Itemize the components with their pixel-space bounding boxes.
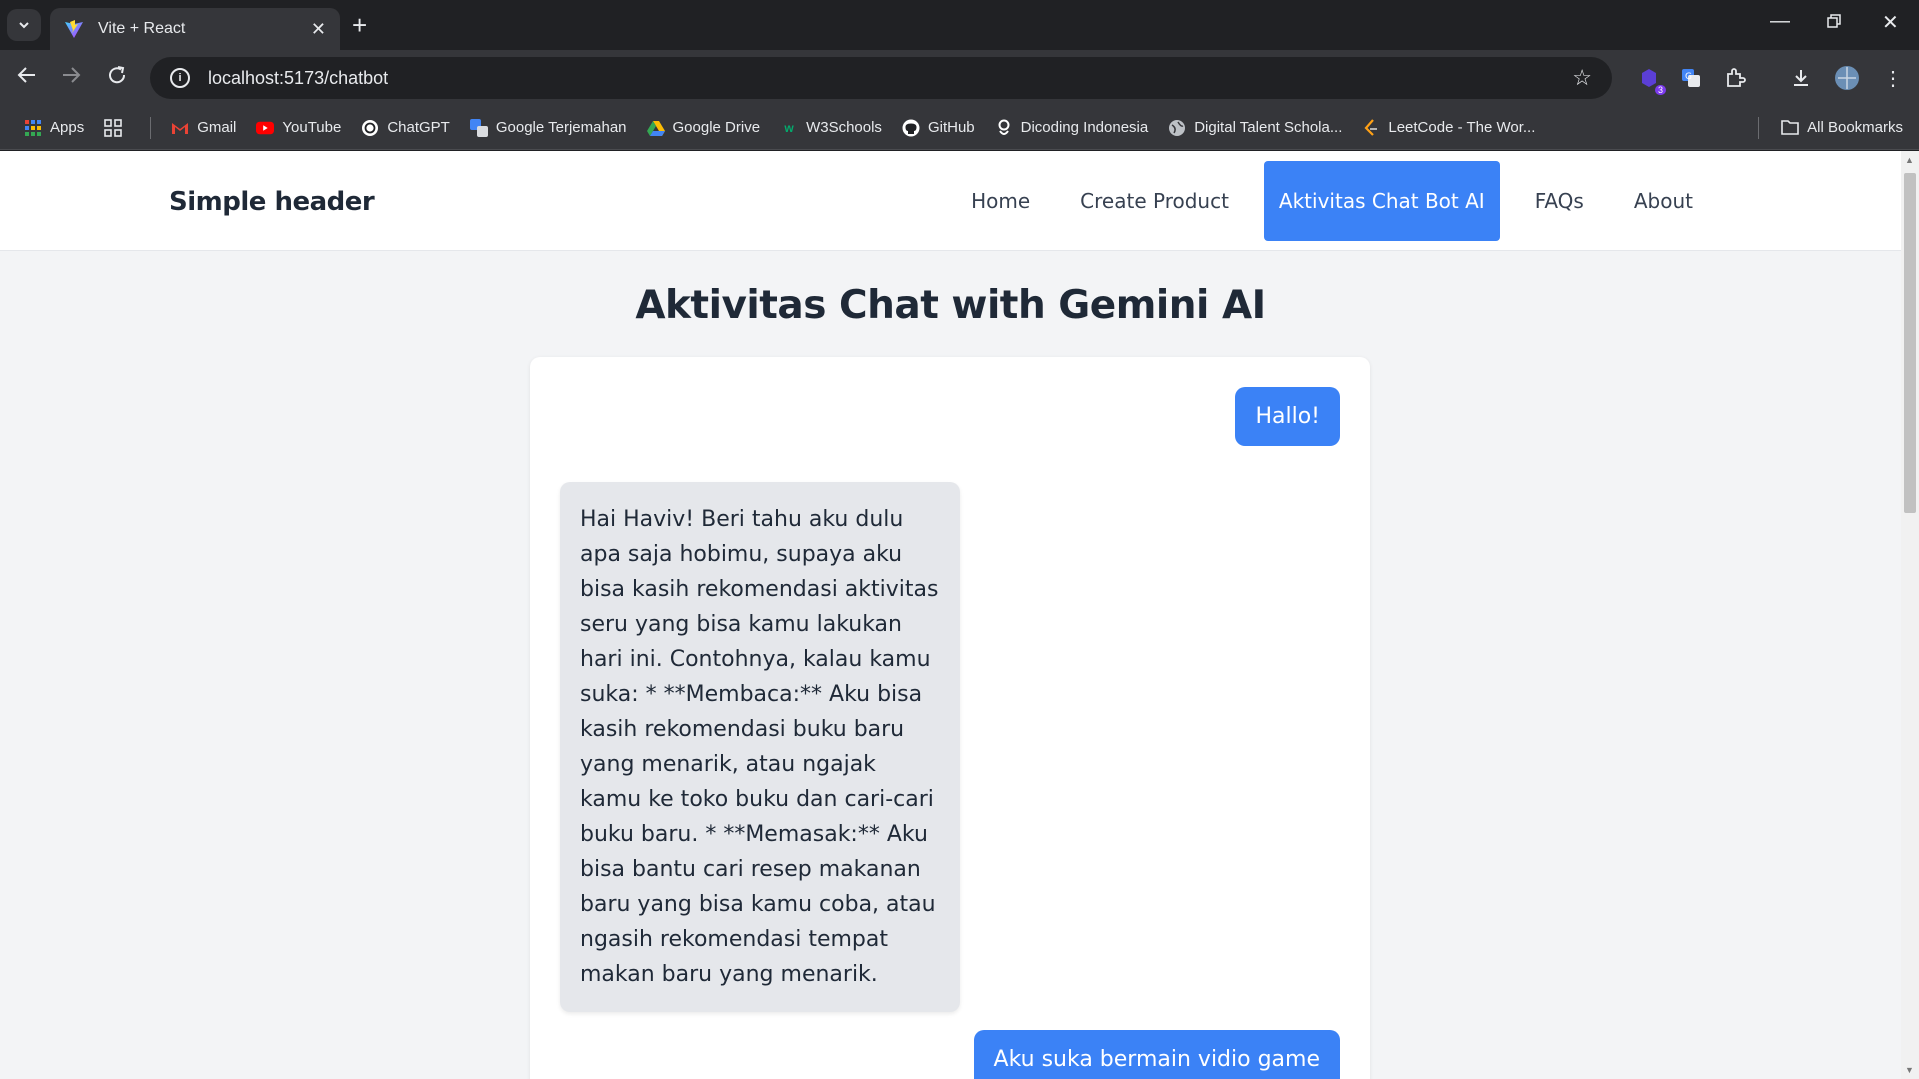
extension-badge: 3	[1654, 85, 1666, 95]
menu-kebab-icon[interactable]: ⋮	[1878, 63, 1908, 93]
github-icon	[902, 119, 920, 137]
w3schools-icon: w	[784, 120, 794, 135]
folder-icon	[1781, 118, 1799, 136]
nav-about[interactable]: About	[1609, 161, 1718, 241]
chevron-down-icon	[19, 22, 29, 29]
bookmark-label: W3Schools	[806, 119, 882, 136]
nav-home[interactable]: Home	[946, 161, 1055, 241]
google-translate-icon	[469, 118, 488, 137]
bookmark-divider	[150, 116, 152, 139]
nav-create-product[interactable]: Create Product	[1055, 161, 1254, 241]
chatgpt-icon	[361, 119, 379, 137]
bookmark-github[interactable]: GitHub	[902, 119, 975, 137]
scroll-down-arrow-icon[interactable]: ▼	[1905, 1065, 1914, 1075]
nav-faqs[interactable]: FAQs	[1510, 161, 1609, 241]
bookmark-label: Gmail	[197, 119, 237, 136]
svg-text:G: G	[1685, 72, 1692, 82]
page-scrollbar[interactable]: ▲ ▼	[1901, 151, 1919, 1079]
google-drive-icon	[646, 119, 665, 137]
bookmark-star-icon[interactable]: ☆	[1572, 65, 1592, 91]
bookmark-label: Digital Talent Schola...	[1194, 119, 1343, 136]
profile-avatar[interactable]	[1832, 63, 1862, 93]
extensions-puzzle-icon[interactable]	[1720, 63, 1750, 93]
chat-message-user: Hallo!	[1235, 387, 1340, 446]
bookmark-google-translate[interactable]: Google Terjemahan	[469, 118, 627, 137]
page-viewport[interactable]: Simple header Home Create Product Aktivi…	[0, 151, 1919, 1079]
bookmark-chatgpt[interactable]: ChatGPT	[361, 119, 450, 137]
tab-strip: Vite + React ✕ + — ✕	[0, 0, 1919, 50]
restore-icon[interactable]	[1826, 12, 1842, 35]
scrollbar-thumb[interactable]	[1904, 173, 1916, 513]
close-tab-icon[interactable]: ✕	[311, 19, 326, 40]
browser-toolbar: i localhost:5173/chatbot ☆ 3 G ⋮	[0, 50, 1919, 106]
bookmark-label: Google Drive	[672, 119, 761, 136]
scroll-up-arrow-icon[interactable]: ▲	[1905, 155, 1914, 165]
tab-groups-button[interactable]	[104, 118, 130, 137]
extension-icon[interactable]: 3	[1634, 63, 1666, 95]
site-brand[interactable]: Simple header	[169, 187, 375, 217]
youtube-icon	[256, 119, 275, 137]
translate-extension-icon[interactable]: G	[1676, 63, 1706, 93]
apps-grid-icon	[24, 119, 42, 137]
active-tab[interactable]: Vite + React ✕	[50, 8, 340, 50]
bookmark-label: YouTube	[282, 119, 342, 136]
chat-message-user: Aku suka bermain vidio game	[973, 1030, 1340, 1079]
bookmark-label: Dicoding Indonesia	[1020, 119, 1149, 136]
bookmark-label: Apps	[50, 119, 85, 136]
bookmark-label: Google Terjemahan	[495, 119, 627, 136]
back-arrow-icon[interactable]	[16, 64, 38, 92]
site-header: Simple header Home Create Product Aktivi…	[0, 151, 1901, 251]
bookmark-dicoding[interactable]: Dicoding Indonesia	[995, 119, 1149, 137]
forward-arrow-icon[interactable]	[60, 64, 82, 92]
all-bookmarks-button[interactable]: All Bookmarks	[1781, 118, 1903, 136]
close-window-icon[interactable]: ✕	[1882, 10, 1899, 35]
reload-icon[interactable]	[106, 64, 128, 92]
globe-icon	[1168, 119, 1186, 137]
main-nav: Home Create Product Aktivitas Chat Bot A…	[946, 161, 1718, 241]
nav-chat-bot[interactable]: Aktivitas Chat Bot AI	[1263, 161, 1500, 241]
gmail-icon	[171, 119, 189, 137]
bookmark-w3schools[interactable]: w W3Schools	[780, 119, 882, 137]
leetcode-icon	[1362, 118, 1380, 137]
page-title: Aktivitas Chat with Gemini AI	[635, 283, 1266, 328]
bookmark-label: LeetCode - The Wor...	[1388, 119, 1536, 136]
address-bar[interactable]: i localhost:5173/chatbot ☆	[150, 57, 1612, 99]
url-text[interactable]: localhost:5173/chatbot	[208, 68, 1572, 89]
minimize-icon[interactable]: —	[1770, 10, 1790, 33]
chat-panel: Hallo! Hai Haviv! Beri tahu aku dulu apa…	[530, 357, 1370, 1079]
bookmark-apps[interactable]: Apps	[24, 119, 84, 137]
bookmark-label: ChatGPT	[387, 119, 450, 136]
tab-title: Vite + React	[98, 20, 186, 37]
bookmark-leetcode[interactable]: LeetCode - The Wor...	[1362, 118, 1536, 137]
tab-search-button[interactable]	[7, 9, 41, 41]
download-icon[interactable]	[1786, 63, 1816, 93]
vite-logo-icon	[65, 20, 83, 38]
bookmarks-bar: Apps Gmail YouTube ChatGPT Google Terjem…	[0, 106, 1919, 150]
chat-message-bot: Hai Haviv! Beri tahu aku dulu apa saja h…	[560, 482, 960, 1012]
site-info-icon[interactable]: i	[170, 68, 190, 88]
bookmark-google-drive[interactable]: Google Drive	[646, 119, 761, 137]
grid-icon	[104, 118, 123, 137]
dicoding-icon	[995, 119, 1013, 137]
all-bookmarks-label: All Bookmarks	[1807, 118, 1903, 136]
bookmark-gmail[interactable]: Gmail	[171, 119, 236, 137]
bookmark-divider	[1758, 117, 1759, 139]
bookmark-youtube[interactable]: YouTube	[256, 119, 341, 137]
bookmark-label: GitHub	[927, 119, 975, 136]
bookmark-digital-talent[interactable]: Digital Talent Schola...	[1168, 119, 1342, 137]
new-tab-button[interactable]: +	[352, 10, 367, 41]
